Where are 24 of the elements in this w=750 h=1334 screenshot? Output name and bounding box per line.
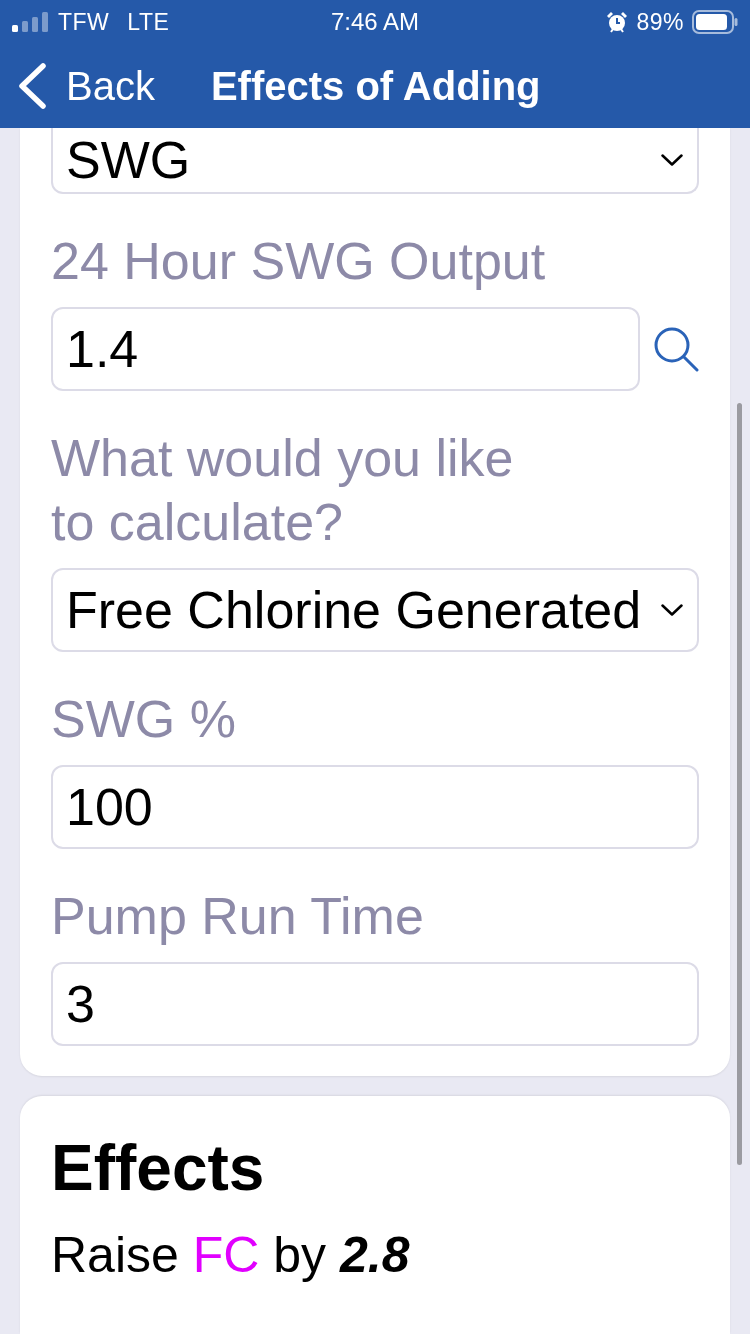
back-button[interactable]: Back xyxy=(18,63,155,109)
field-label: SWG % xyxy=(51,689,237,750)
input-field[interactable]: 3 xyxy=(51,962,699,1046)
chevron-down-icon xyxy=(661,604,683,616)
battery-percent: 89% xyxy=(636,8,684,36)
field-label: 24 Hour SWG Output xyxy=(51,231,547,292)
clock-time: 7:46 AM xyxy=(330,8,420,36)
input-field[interactable]: 1.4 xyxy=(51,307,640,391)
result-text: Raise FC by 2.8 xyxy=(51,1226,411,1285)
alarm-clock-icon xyxy=(606,11,629,33)
field-label: What would you like to calculate? xyxy=(51,428,515,553)
input-field[interactable]: 100 xyxy=(51,765,699,849)
network-label: LTE xyxy=(127,8,170,36)
dropdown-select[interactable]: Free Chlorine Generated xyxy=(51,568,699,652)
section-title: Effects xyxy=(51,1131,266,1206)
chevron-left-icon xyxy=(18,63,46,109)
field-label: Pump Run Time xyxy=(51,886,425,947)
signal-icon xyxy=(12,12,48,32)
dropdown-select[interactable]: SWG xyxy=(51,128,699,194)
search-icon[interactable] xyxy=(653,326,699,372)
battery-icon xyxy=(692,10,738,34)
chevron-down-icon xyxy=(661,154,683,166)
carrier-label: TFW xyxy=(58,8,110,36)
page-title: Effects of Adding xyxy=(210,63,541,109)
